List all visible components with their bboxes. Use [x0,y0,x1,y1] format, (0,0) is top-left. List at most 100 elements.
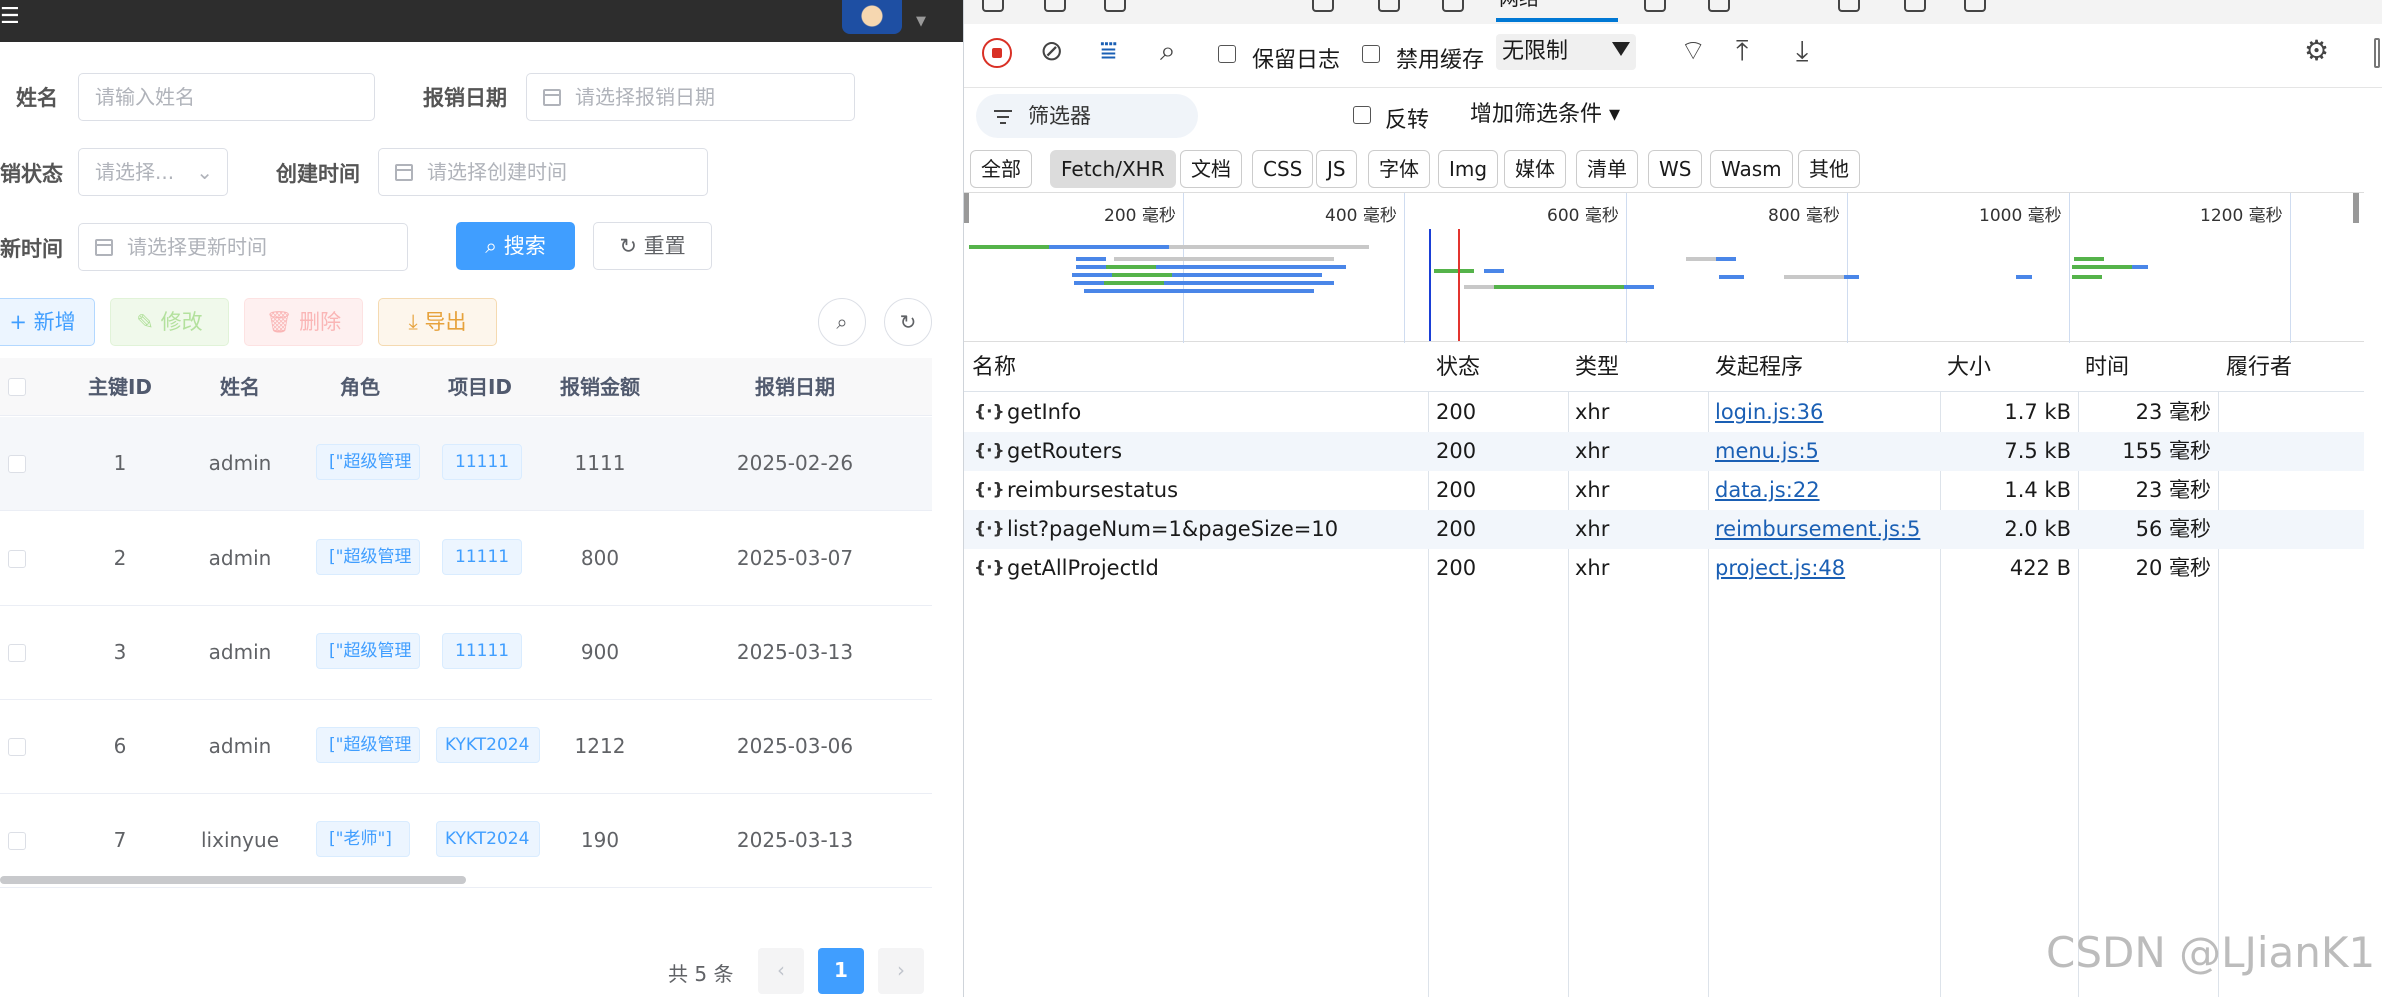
refresh-button[interactable]: ↻ [884,298,932,346]
type-chip-fetch-xhr[interactable]: Fetch/XHR [1050,150,1176,188]
type-chip-font[interactable]: 字体 [1368,150,1430,188]
preserve-log-checkbox[interactable] [1218,45,1236,63]
export-har-icon[interactable]: ⤓ [1796,36,1808,66]
column-header[interactable]: 姓名 [180,358,300,416]
home-icon[interactable] [1312,0,1334,12]
inspect-icon[interactable] [982,0,1004,12]
reset-button[interactable]: ↻ 重置 [593,222,712,270]
clear-icon[interactable]: ⊘ [1040,36,1063,66]
device-toolbar-icon[interactable] [1044,0,1066,12]
request-row[interactable]: {·} list?pageNum=1&pageSize=10 200 xhr r… [964,510,2364,549]
add-button[interactable]: + 新增 [0,298,95,346]
type-chip-img[interactable]: Img [1438,150,1499,188]
row-checkbox[interactable] [8,832,26,850]
prev-page-button[interactable]: ‹ [758,948,804,994]
column-header-type[interactable]: 类型 [1575,344,1619,392]
overview-handle-right[interactable] [2353,193,2359,223]
fetch-icon: {·} [974,519,1005,539]
column-header[interactable]: 角色 [300,358,420,416]
network-overview[interactable]: 200 毫秒 400 毫秒 600 毫秒 800 毫秒 1000 毫秒 1200… [964,192,2364,343]
row-checkbox[interactable] [8,455,26,473]
calendar-icon [95,239,113,256]
request-row[interactable]: {·} getInfo 200 xhr login.js:36 1.7 kB 2… [964,393,2364,432]
project-tag: KYKT2024 [436,821,540,857]
sources-icon[interactable] [1442,0,1464,12]
updated-time-picker[interactable]: 请选择更新时间 [78,223,408,271]
sidebar-icon[interactable] [1104,0,1126,12]
table-row[interactable]: 1 admin ["超级管理 11111 1111 2025-02-26 [0,417,932,511]
table-row[interactable]: 7 lixinyue ["老师"] KYKT2024 190 2025-03-1… [0,794,932,888]
column-header[interactable]: 报销日期 [700,358,890,416]
request-initiator-link[interactable]: data.js:22 [1715,471,1820,510]
type-chip-all[interactable]: 全部 [970,150,1032,188]
search-button[interactable]: ⌕ 搜索 [456,222,575,270]
row-checkbox[interactable] [8,738,26,756]
type-chip-media[interactable]: 媒体 [1504,150,1566,188]
request-initiator-link[interactable]: reimbursement.js:5 [1715,510,1920,549]
caret-down-icon[interactable]: ▼ [916,14,926,29]
status-label: 销状态 [0,162,63,186]
row-checkbox[interactable] [8,644,26,662]
caret-down-icon[interactable] [1612,42,1630,56]
column-header[interactable]: 报销金额 [540,358,660,416]
avatar[interactable] [842,0,902,34]
overview-bar [1624,285,1654,289]
table-row[interactable]: 2 admin ["超级管理 11111 800 2025-03-07 [0,512,932,606]
application-icon[interactable] [1838,0,1860,12]
filter-toggle-icon[interactable]: ⩸ [1100,36,1117,66]
recorder-icon[interactable] [1964,0,1986,12]
console-icon[interactable] [1378,0,1400,12]
request-row[interactable]: {·} getAllProjectId 200 xhr project.js:4… [964,549,2364,588]
type-chip-other[interactable]: 其他 [1798,150,1860,188]
type-chip-js[interactable]: JS [1316,150,1357,188]
disable-cache-checkbox[interactable] [1362,45,1380,63]
column-header[interactable]: 项目ID [420,358,540,416]
export-button[interactable]: ⤓ 导出 [378,298,497,346]
overview-handle-left[interactable] [964,193,969,223]
table-row[interactable]: 6 admin ["超级管理 KYKT2024 1212 2025-03-06 [0,700,932,794]
horizontal-scrollbar[interactable] [0,876,466,884]
more-filters-dropdown[interactable]: 增加筛选条件 ▾ [1470,96,1620,128]
request-row[interactable]: {·} reimbursestatus 200 xhr data.js:22 1… [964,471,2364,510]
column-header[interactable]: 主键ID [60,358,180,416]
type-chip-manifest[interactable]: 清单 [1576,150,1638,188]
column-header-time[interactable]: 时间 [2085,344,2129,392]
record-stop-icon[interactable] [982,38,1012,68]
type-chip-ws[interactable]: WS [1648,150,1703,188]
delete-button[interactable]: 🗑 删除 [244,298,363,346]
name-input[interactable]: 请输入姓名 [78,73,375,121]
table-row[interactable]: 3 admin ["超级管理 11111 900 2025-03-13 [0,606,932,700]
column-header-size[interactable]: 大小 [1947,344,1991,392]
import-har-icon[interactable]: ⤒ [1736,36,1748,66]
select-all-checkbox[interactable] [8,378,26,396]
created-time-picker[interactable]: 请选择创建时间 [378,148,708,196]
network-settings-gear-icon[interactable]: ⚙ [2304,36,2329,66]
column-header-fulfilled-by[interactable]: 履行者 [2226,344,2292,392]
type-chip-css[interactable]: CSS [1252,150,1314,188]
column-header-status[interactable]: 状态 [1436,344,1480,392]
request-initiator-link[interactable]: login.js:36 [1715,393,1823,432]
toggle-search-button[interactable]: ⌕ [818,298,866,346]
page-number-button[interactable]: 1 [818,948,864,994]
status-select[interactable]: 请选择... ⌄ [78,148,228,196]
reimburse-date-picker[interactable]: 请选择报销日期 [526,73,855,121]
column-header-name[interactable]: 名称 [972,344,1016,392]
settings-gear-icon[interactable] [1708,0,1730,12]
request-initiator-link[interactable]: project.js:48 [1715,549,1845,588]
network-conditions-icon[interactable]: ⌔ [1680,36,1706,66]
type-chip-wasm[interactable]: Wasm [1710,150,1793,188]
hamburger-icon[interactable]: ☰ [0,6,20,28]
request-initiator-link[interactable]: menu.js:5 [1715,432,1819,471]
dock-side-icon[interactable] [2374,38,2380,68]
tab-network[interactable]: 网络 [1499,0,1539,11]
column-header-initiator[interactable]: 发起程序 [1715,344,1803,392]
row-checkbox[interactable] [8,550,26,568]
performance-icon[interactable] [1644,0,1666,12]
next-page-button[interactable]: › [878,948,924,994]
lighthouse-icon[interactable] [1904,0,1926,12]
type-chip-doc[interactable]: 文档 [1180,150,1242,188]
invert-checkbox[interactable] [1353,106,1371,124]
search-icon[interactable]: ⌕ [1160,36,1176,66]
request-row[interactable]: {·} getRouters 200 xhr menu.js:5 7.5 kB … [964,432,2364,471]
edit-button[interactable]: ✎ 修改 [110,298,229,346]
